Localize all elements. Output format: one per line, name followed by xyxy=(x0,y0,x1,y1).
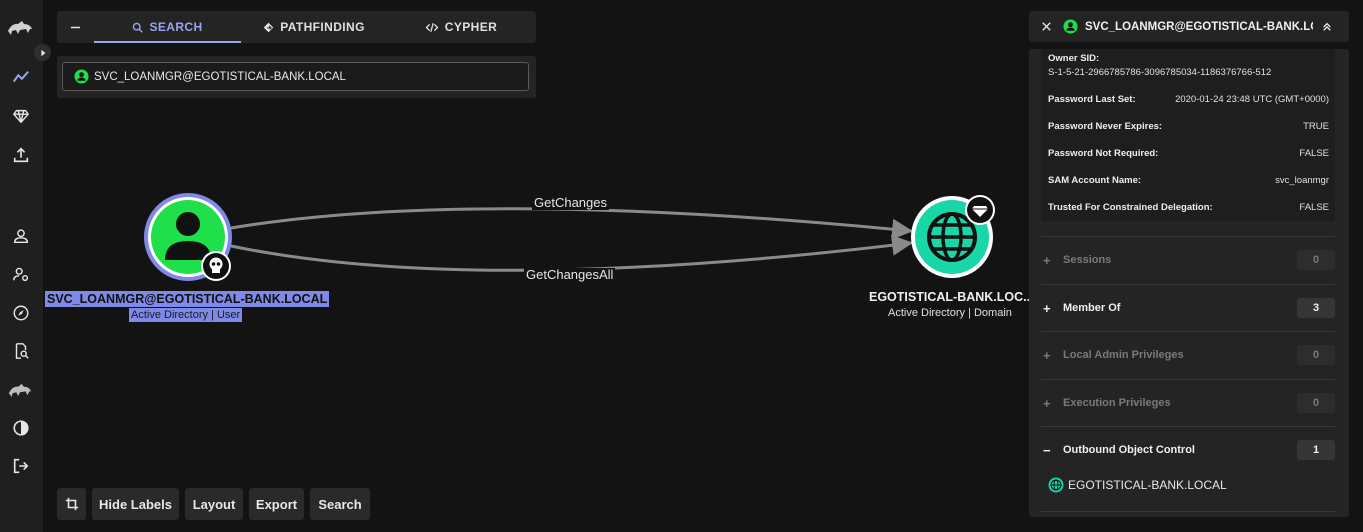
search-graph-button[interactable]: Search xyxy=(310,488,370,520)
property-row: Trusted For Constrained Delegation: FALSE xyxy=(1041,194,1335,221)
tab-search[interactable]: SEARCH xyxy=(94,11,241,43)
minus-icon xyxy=(70,26,81,28)
section-label: Execution Privileges xyxy=(1063,397,1171,409)
user-icon[interactable] xyxy=(10,225,32,247)
domain-globe-icon xyxy=(1048,477,1064,493)
owner-sid-value: S-1-5-21-2966785786-3096785034-118637676… xyxy=(1048,67,1272,78)
domain-node-kind: Active Directory | Domain xyxy=(888,307,1012,319)
user-node-icon xyxy=(74,69,89,84)
plus-icon: + xyxy=(1043,252,1051,268)
plus-icon: + xyxy=(1043,347,1051,363)
search-icon xyxy=(133,22,144,33)
prop-key: Password Never Expires: xyxy=(1048,121,1163,132)
property-row: Password Last Set: 2020-01-24 23:48 UTC (… xyxy=(1041,86,1335,113)
property-row: Password Not Required: FALSE xyxy=(1041,140,1335,167)
rail-expand-button[interactable] xyxy=(34,44,51,61)
section-label: Sessions xyxy=(1063,254,1112,266)
bloodhound-app: SEARCH PATHFINDING CYPHER SVC_LOANMGR@EG… xyxy=(0,0,1363,532)
plus-icon: + xyxy=(1043,300,1051,316)
prop-value: 2020-01-24 23:48 UTC (GMT+0000) xyxy=(1175,94,1329,105)
trend-icon[interactable] xyxy=(10,66,32,88)
section-execution-privileges[interactable]: + Execution Privileges 0 xyxy=(1041,379,1335,426)
crop-button[interactable] xyxy=(57,488,86,520)
panel-title: SVC_LOANMGR@EGOTISTICAL-BANK.LOC... xyxy=(1085,20,1313,33)
bloodhound-logo-icon[interactable] xyxy=(6,16,34,38)
route-diamond-icon xyxy=(263,22,274,32)
section-count: 3 xyxy=(1297,298,1335,318)
edge-label-getchanges[interactable]: GetChanges xyxy=(532,196,609,210)
tab-cypher[interactable]: CYPHER xyxy=(387,11,535,43)
edge-label-getchangesall[interactable]: GetChangesAll xyxy=(524,268,616,282)
user-gear-icon[interactable] xyxy=(10,263,32,285)
upload-icon[interactable] xyxy=(10,144,32,166)
search-input-value: SVC_LOANMGR@EGOTISTICAL-BANK.LOCAL xyxy=(94,70,346,83)
outbound-object-item[interactable]: EGOTISTICAL-BANK.LOCAL xyxy=(1048,477,1227,493)
chevron-right-icon xyxy=(40,49,45,56)
section-sessions[interactable]: + Sessions 0 xyxy=(1041,236,1335,283)
user-node-label: SVC_LOANMGR@EGOTISTICAL-BANK.LOCAL xyxy=(45,291,330,307)
property-row: SAM Account Name: svc_loanmgr xyxy=(1041,167,1335,194)
prop-value: svc_loanmgr xyxy=(1275,175,1329,186)
plus-icon: + xyxy=(1043,395,1051,411)
tab-search-label: SEARCH xyxy=(149,20,203,34)
search-tabbar: SEARCH PATHFINDING CYPHER xyxy=(57,11,536,43)
collapse-search-button[interactable] xyxy=(57,11,94,43)
compass-icon[interactable] xyxy=(10,302,32,324)
prop-value: FALSE xyxy=(1299,148,1329,159)
chevrons-up-icon xyxy=(1323,22,1331,31)
prop-key: SAM Account Name: xyxy=(1048,175,1142,186)
section-label: Member Of xyxy=(1063,302,1121,314)
section-member-of[interactable]: + Member Of 3 xyxy=(1041,284,1335,331)
section-count: 0 xyxy=(1297,250,1335,270)
search-input[interactable]: SVC_LOANMGR@EGOTISTICAL-BANK.LOCAL xyxy=(62,62,529,91)
section-label: Outbound Object Control xyxy=(1063,444,1195,456)
user-node-icon xyxy=(1063,19,1078,34)
prop-value: FALSE xyxy=(1299,202,1329,213)
bloodhound-icon[interactable] xyxy=(6,378,34,400)
section-count: 0 xyxy=(1297,345,1335,365)
prop-key: Password Last Set: xyxy=(1048,94,1136,105)
property-owner-sid: Owner SID: S-1-5-21-2966785786-309678503… xyxy=(1041,49,1335,86)
minus-icon: − xyxy=(1043,442,1051,458)
export-button[interactable]: Export xyxy=(249,488,304,520)
diamond-badge-icon xyxy=(965,195,995,225)
entity-panel-header: SVC_LOANMGR@EGOTISTICAL-BANK.LOC... xyxy=(1029,11,1349,42)
user-node-kind: Active Directory | User xyxy=(129,308,243,322)
code-icon xyxy=(425,22,439,32)
search-panel: SVC_LOANMGR@EGOTISTICAL-BANK.LOCAL xyxy=(57,56,536,98)
graph-canvas[interactable]: GetChanges GetChangesAll SVC_LOANMGR@EGO… xyxy=(43,100,1034,480)
tab-pathfinding[interactable]: PATHFINDING xyxy=(241,11,387,43)
diamond-icon[interactable] xyxy=(10,105,32,127)
edge-getchanges[interactable] xyxy=(230,207,914,240)
owner-sid-label: Owner SID: xyxy=(1048,53,1100,64)
section-count: 0 xyxy=(1297,393,1335,413)
domain-node-label: EGOTISTICAL-BANK.LOC... xyxy=(869,290,1034,304)
collapse-panel-button[interactable] xyxy=(1313,22,1341,32)
properties-list: Owner SID: S-1-5-21-2966785786-309678503… xyxy=(1041,49,1335,233)
left-nav-rail xyxy=(0,0,43,532)
section-count: 1 xyxy=(1297,440,1335,460)
logout-icon[interactable] xyxy=(10,455,32,477)
section-outbound-object-control[interactable]: − Outbound Object Control 1 xyxy=(1041,426,1335,473)
close-panel-button[interactable] xyxy=(1029,22,1063,31)
prop-key: Password Not Required: xyxy=(1048,148,1159,159)
section-label: Local Admin Privileges xyxy=(1063,349,1184,361)
close-icon xyxy=(1041,22,1051,31)
search-doc-icon[interactable] xyxy=(10,340,32,362)
prop-value: TRUE xyxy=(1303,121,1329,132)
tab-pathfinding-label: PATHFINDING xyxy=(280,20,365,34)
skull-badge-icon xyxy=(201,251,231,281)
contrast-icon[interactable] xyxy=(10,417,32,439)
hide-labels-button[interactable]: Hide Labels xyxy=(92,488,179,520)
layout-button[interactable]: Layout xyxy=(185,488,243,520)
outbound-object-label: EGOTISTICAL-BANK.LOCAL xyxy=(1068,478,1227,492)
property-row: Password Never Expires: TRUE xyxy=(1041,113,1335,140)
prop-key: Trusted For Constrained Delegation: xyxy=(1048,202,1213,213)
crop-icon xyxy=(65,497,78,511)
tab-cypher-label: CYPHER xyxy=(444,20,498,34)
section-local-admin-privileges[interactable]: + Local Admin Privileges 0 xyxy=(1041,331,1335,378)
entity-panel: Owner SID: S-1-5-21-2966785786-309678503… xyxy=(1029,49,1349,517)
